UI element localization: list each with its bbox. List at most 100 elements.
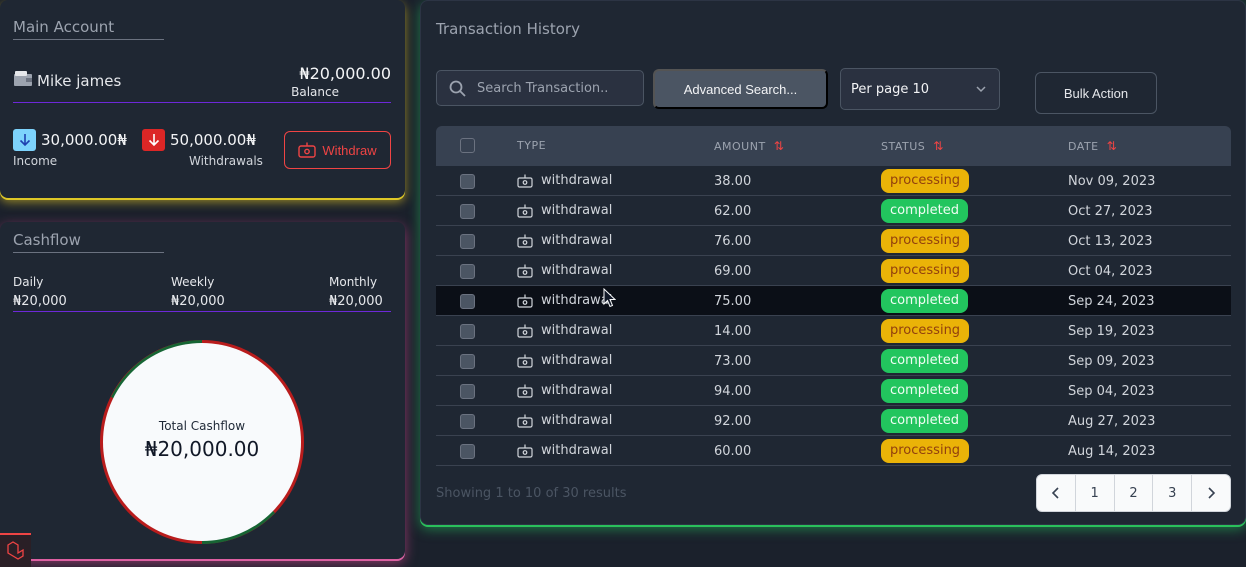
withdraw-icon: [517, 324, 533, 338]
withdraw-icon: [517, 234, 533, 248]
daily-value: ₦20,000: [13, 294, 67, 309]
status-badge: processing: [881, 259, 970, 283]
row-checkbox[interactable]: [460, 384, 475, 399]
row-date: Sep 24, 2023: [1068, 294, 1155, 309]
withdraw-icon: [517, 384, 533, 398]
prev-page-button[interactable]: [1037, 475, 1076, 511]
main-account-title: Main Account: [13, 18, 164, 40]
row-checkbox[interactable]: [460, 264, 475, 279]
row-amount: 73.00: [714, 354, 752, 369]
next-page-button[interactable]: [1192, 475, 1230, 511]
withdrawals-label: Withdrawals: [189, 154, 263, 168]
withdraw-icon: [517, 294, 533, 308]
row-checkbox[interactable]: [460, 324, 475, 339]
search-field[interactable]: [436, 70, 644, 106]
sort-icon[interactable]: ⇅: [933, 139, 944, 153]
account-name: Mike james: [37, 72, 122, 90]
row-checkbox[interactable]: [460, 204, 475, 219]
pagination: 1 2 3: [1036, 474, 1231, 512]
row-amount: 62.00: [714, 204, 752, 219]
row-checkbox[interactable]: [460, 234, 475, 249]
withdrawals-arrow-icon: [142, 129, 165, 151]
row-type-label: withdrawal: [541, 263, 613, 278]
table-row[interactable]: withdrawal 76.00 processing Oct 13, 2023: [436, 226, 1231, 256]
select-all-checkbox[interactable]: [460, 138, 475, 153]
row-checkbox[interactable]: [460, 294, 475, 309]
row-type: withdrawal: [517, 413, 612, 428]
chevron-left-icon: [1051, 487, 1059, 499]
status-badge: completed: [881, 199, 968, 223]
income-label: Income: [13, 154, 58, 168]
laravel-logo-icon[interactable]: [0, 533, 31, 567]
row-checkbox[interactable]: [460, 354, 475, 369]
search-input[interactable]: [477, 71, 637, 105]
row-type-label: withdrawal: [541, 233, 613, 248]
balance-value: ₦20,000.00: [299, 64, 391, 83]
col-status-label: STATUS: [881, 140, 926, 153]
transaction-history-title: Transaction History: [436, 20, 580, 38]
wallet-icon: [14, 71, 32, 86]
sort-icon[interactable]: ⇅: [774, 139, 785, 153]
cashflow-title: Cashflow: [13, 231, 164, 253]
row-type-label: withdrawal: [541, 383, 613, 398]
table-row[interactable]: withdrawal 94.00 completed Sep 04, 2023: [436, 376, 1231, 406]
table-row[interactable]: withdrawal 69.00 processing Oct 04, 2023: [436, 256, 1231, 286]
row-type-label: withdrawal: [541, 323, 613, 338]
row-date: Sep 04, 2023: [1068, 384, 1155, 399]
advanced-search-button[interactable]: Advanced Search...: [653, 69, 828, 109]
row-amount: 94.00: [714, 384, 752, 399]
sort-icon[interactable]: ⇅: [1107, 139, 1118, 153]
table-row[interactable]: withdrawal 92.00 completed Aug 27, 2023: [436, 406, 1231, 436]
table-row[interactable]: withdrawal 60.00 processing Aug 14, 2023: [436, 436, 1231, 466]
per-page-select[interactable]: Per page 10: [840, 68, 1000, 110]
row-date: Aug 14, 2023: [1068, 444, 1156, 459]
per-page-value: Per page 10: [851, 82, 929, 97]
col-status[interactable]: STATUS ⇅: [881, 139, 944, 153]
results-summary: Showing 1 to 10 of 30 results: [436, 486, 627, 501]
row-type: withdrawal: [517, 443, 612, 458]
col-type[interactable]: TYPE: [517, 139, 546, 152]
donut-center: Total Cashflow ₦20,000.00: [103, 343, 301, 541]
page-2-button[interactable]: 2: [1115, 475, 1154, 511]
total-cashflow-value: ₦20,000.00: [144, 437, 260, 461]
account-row: Mike james ₦20,000.00 Balance: [13, 64, 391, 103]
col-date[interactable]: DATE ⇅: [1068, 139, 1117, 153]
cashflow-divider: [13, 311, 391, 312]
row-amount: 60.00: [714, 444, 752, 459]
page-1-button[interactable]: 1: [1076, 475, 1115, 511]
row-amount: 38.00: [714, 174, 752, 189]
income-arrow-icon: [13, 129, 36, 151]
page-3-button[interactable]: 3: [1153, 475, 1193, 511]
row-checkbox[interactable]: [460, 174, 475, 189]
status-badge: processing: [881, 229, 970, 253]
table-row[interactable]: withdrawal 73.00 completed Sep 09, 2023: [436, 346, 1231, 376]
col-amount-label: AMOUNT: [714, 140, 766, 153]
col-amount[interactable]: AMOUNT ⇅: [714, 139, 784, 153]
row-amount: 14.00: [714, 324, 752, 339]
row-amount: 92.00: [714, 414, 752, 429]
table-header: TYPE AMOUNT ⇅ STATUS ⇅ DATE ⇅: [436, 126, 1231, 166]
row-amount: 75.00: [714, 294, 752, 309]
status-badge: completed: [881, 349, 968, 373]
monthly-value: ₦20,000: [329, 294, 383, 309]
table-row[interactable]: withdrawal 62.00 completed Oct 27, 2023: [436, 196, 1231, 226]
chevron-right-icon: [1208, 487, 1216, 499]
withdraw-button[interactable]: Withdraw: [284, 131, 391, 169]
row-date: Nov 09, 2023: [1068, 174, 1156, 189]
status-badge: completed: [881, 409, 968, 433]
main-account-card: Main Account Mike james ₦20,000.00 Balan…: [0, 0, 405, 198]
row-date: Oct 13, 2023: [1068, 234, 1153, 249]
row-type-label: withdrawal: [541, 413, 613, 428]
balance-label: Balance: [291, 85, 339, 99]
row-date: Oct 04, 2023: [1068, 264, 1153, 279]
col-date-label: DATE: [1068, 140, 1099, 153]
table-row[interactable]: withdrawal 75.00 completed Sep 24, 2023: [436, 286, 1231, 316]
withdraw-icon: [517, 204, 533, 218]
bulk-action-button[interactable]: Bulk Action: [1035, 72, 1157, 114]
row-checkbox[interactable]: [460, 414, 475, 429]
withdraw-icon: [517, 414, 533, 428]
table-row[interactable]: withdrawal 14.00 processing Sep 19, 2023: [436, 316, 1231, 346]
row-checkbox[interactable]: [460, 444, 475, 459]
table-row[interactable]: withdrawal 38.00 processing Nov 09, 2023: [436, 166, 1231, 196]
row-date: Sep 09, 2023: [1068, 354, 1155, 369]
